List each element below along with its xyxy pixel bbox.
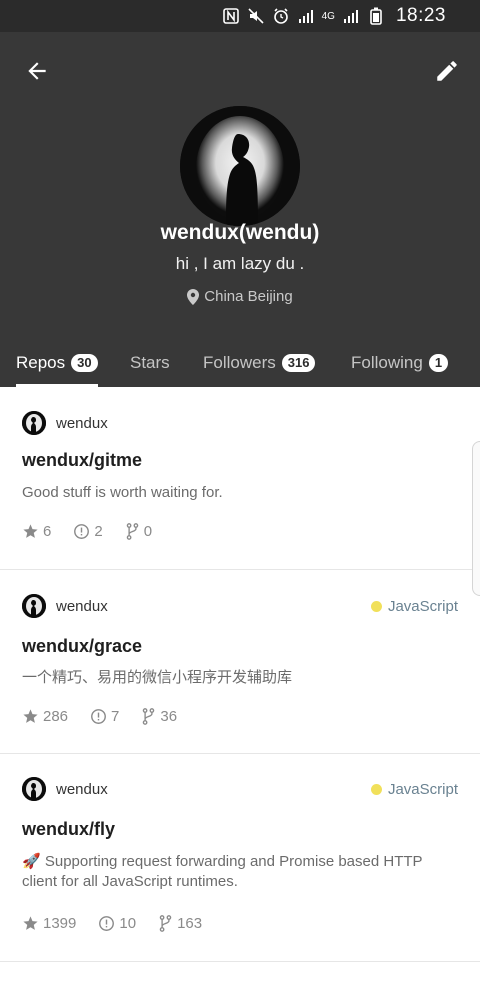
language-color-dot [370, 600, 382, 612]
repo-description: 🚀 Supporting request forwarding and Prom… [22, 853, 423, 890]
owner-name[interactable]: wendux [56, 598, 108, 615]
tab-followers-label: Followers [203, 353, 276, 372]
issues-count: 7 [111, 708, 120, 725]
network-4g-icon: 4G [321, 10, 335, 22]
repo-name[interactable]: wendux/fly [22, 819, 115, 840]
language-color-dot [370, 783, 382, 795]
forks-count: 163 [177, 915, 203, 932]
issue-icon [74, 524, 90, 539]
repo-description: Good stuff is worth waiting for. [22, 484, 223, 501]
avatar-image [180, 106, 300, 226]
stars-count: 6 [43, 523, 52, 540]
repo-owner-row: wendux [22, 408, 458, 438]
issues-count: 2 [94, 523, 103, 540]
fork-icon [126, 523, 138, 540]
edit-button[interactable] [432, 56, 462, 86]
owner-name[interactable]: wendux [56, 781, 108, 798]
clock: 18:23 [395, 5, 446, 26]
star-icon [23, 916, 38, 930]
tab-followers-count: 316 [281, 354, 316, 372]
forks-stat: 163 [158, 915, 202, 932]
repo-list: wendux wendux/gitme Good stuff is worth … [0, 387, 480, 962]
owner-avatar[interactable] [22, 777, 46, 801]
tab-following-count: 1 [428, 354, 449, 372]
language-label: JavaScript [387, 597, 458, 615]
repo-name[interactable]: wendux/grace [22, 636, 142, 657]
stars-stat: 6 [22, 523, 51, 540]
profile-header: wendux(wendu) hi , I am lazy du . China … [0, 32, 480, 387]
owner-avatar-image [22, 411, 46, 435]
tab-following-label: Following [351, 353, 423, 372]
map-pin-icon [187, 288, 200, 305]
forks-count: 0 [143, 523, 153, 540]
nfc-icon [222, 7, 240, 25]
issues-count: 10 [119, 915, 137, 932]
screen: 4G 18:23 wendux(wendu) hi , I am lazy du… [0, 0, 480, 987]
tab-stars-label: Stars [130, 353, 170, 372]
fork-icon [143, 708, 155, 725]
stars-stat: 1399 [22, 915, 76, 932]
status-bar: 4G 18:23 [0, 0, 480, 32]
forks-stat: 0 [125, 523, 152, 540]
owner-avatar-image [22, 777, 46, 801]
back-button[interactable] [22, 56, 52, 86]
repo-stats: 286 7 36 [22, 708, 199, 725]
tab-followers[interactable]: Followers 316 [203, 339, 316, 387]
owner-avatar-image [22, 594, 46, 618]
owner-name[interactable]: wendux [56, 415, 108, 432]
repo-stats: 1399 10 163 [22, 915, 224, 932]
arrow-left-icon [28, 62, 46, 80]
issues-stat: 7 [90, 708, 119, 725]
tab-stars[interactable]: Stars [130, 339, 170, 387]
battery-icon [367, 7, 385, 25]
owner-avatar[interactable] [22, 594, 46, 618]
repo-card[interactable]: wendux wendux/gitme Good stuff is worth … [0, 387, 480, 570]
fork-icon [159, 915, 172, 932]
stars-stat: 286 [22, 708, 68, 725]
location-text: China Beijing [204, 288, 293, 305]
repo-language: JavaScript [370, 597, 458, 615]
pencil-icon [437, 61, 457, 81]
profile-location: China Beijing [0, 288, 480, 305]
repo-stats: 6 2 0 [22, 523, 174, 540]
star-icon [23, 709, 38, 723]
issue-icon [91, 709, 106, 724]
profile-avatar[interactable] [180, 106, 300, 226]
profile-username: wendux(wendu) [160, 221, 320, 244]
issue-icon [99, 916, 115, 931]
repo-name[interactable]: wendux/gitme [22, 450, 142, 471]
forks-stat: 36 [141, 708, 177, 725]
profile-bio: hi , I am lazy du . [175, 254, 305, 273]
repo-card[interactable]: wendux JavaScript wendux/fly 🚀 Supportin… [0, 754, 480, 962]
repo-card[interactable]: wendux JavaScript wendux/grace 一个精巧、易用的微… [0, 570, 480, 754]
repo-owner-row: wendux JavaScript [22, 774, 458, 804]
repo-owner-row: wendux JavaScript [22, 591, 458, 621]
signal-icon [297, 7, 315, 25]
mute-icon [247, 7, 265, 25]
repo-language: JavaScript [370, 780, 458, 798]
stars-count: 1399 [43, 915, 77, 932]
tab-repos-count: 30 [71, 354, 98, 372]
stars-count: 286 [43, 708, 69, 725]
repo-description: 一个精巧、易用的微信小程序开发辅助库 [22, 669, 293, 686]
forks-count: 36 [160, 708, 178, 725]
tab-following[interactable]: Following 1 [351, 339, 449, 387]
signal-icon-2 [342, 7, 360, 25]
language-label: JavaScript [387, 780, 458, 798]
star-icon [23, 524, 38, 538]
scroll-handle[interactable] [472, 441, 480, 596]
tab-repos[interactable]: Repos 30 [16, 339, 98, 387]
alarm-icon [272, 7, 290, 25]
issues-stat: 10 [98, 915, 136, 932]
issues-stat: 2 [73, 523, 103, 540]
owner-avatar[interactable] [22, 411, 46, 435]
tab-repos-label: Repos [16, 353, 66, 372]
profile-tabs: Repos 30 Stars Followers 316 Following 1 [0, 339, 480, 387]
